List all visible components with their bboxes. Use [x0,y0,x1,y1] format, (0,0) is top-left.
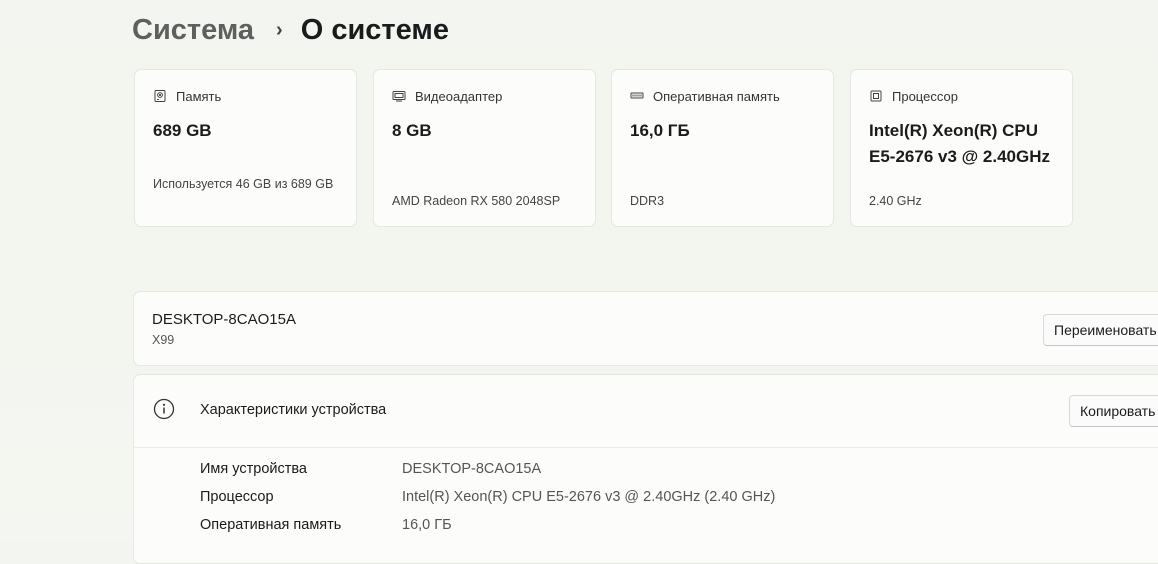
card-value: 8 GB [392,121,432,140]
spec-value: 16,0 ГБ [402,517,452,533]
device-specs-panel: Характеристики устройства Копировать Имя… [133,374,1158,564]
card-label: Память [176,88,222,104]
device-specs-header[interactable]: Характеристики устройства Копировать [134,375,1158,448]
breadcrumb-parent[interactable]: Система [132,14,254,47]
spec-label: Процессор [200,489,274,505]
rename-button[interactable]: Переименовать [1043,314,1158,346]
breadcrumb-separator: › [276,18,283,41]
card-processor[interactable]: Процессор Intel(R) Xeon(R) CPU E5-2676 v… [850,69,1073,227]
card-sub: DDR3 [630,194,665,208]
card-display-adapter[interactable]: Видеоадаптер 8 GB AMD Radeon RX 580 2048… [373,69,596,227]
spec-label: Оперативная память [200,517,342,533]
card-label: Оперативная память [653,88,780,104]
spec-value: Intel(R) Xeon(R) CPU E5-2676 v3 @ 2.40GH… [402,489,776,505]
spec-label: Имя устройства [200,461,307,477]
storage-icon [153,89,167,103]
card-sub: Используется 46 GB из 689 GB [153,177,334,191]
page-title: О системе [300,13,449,46]
spec-value: DESKTOP-8CAO15A [402,461,542,477]
card-sub: AMD Radeon RX 580 2048SP [392,194,561,208]
copy-button[interactable]: Копировать [1069,395,1158,427]
card-value: 16,0 ГБ [630,121,690,140]
device-name: DESKTOP-8CAO15A [152,311,296,328]
breadcrumb: Система › О системе [132,8,449,52]
card-ram[interactable]: Оперативная память 16,0 ГБ DDR3 [611,69,834,227]
card-storage[interactable]: Память 689 GB Используется 46 GB из 689 … [134,69,357,227]
device-model: X99 [152,333,175,347]
card-value: Intel(R) Xeon(R) CPU E5-2676 v3 @ 2.40GH… [869,121,1051,166]
info-icon [153,398,175,420]
card-label: Процессор [892,88,958,104]
card-sub: 2.40 GHz [869,194,922,208]
ram-icon [630,89,644,103]
card-label: Видеоадаптер [415,88,503,104]
device-specs-title: Характеристики устройства [200,402,387,418]
card-value: 689 GB [153,121,212,140]
display-adapter-icon [392,89,406,103]
device-name-panel: DESKTOP-8CAO15A X99 Переименовать [133,291,1158,366]
processor-icon [869,89,883,103]
